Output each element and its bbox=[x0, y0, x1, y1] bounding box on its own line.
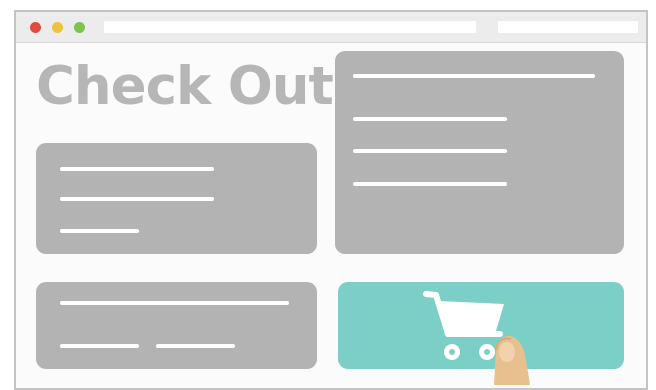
pointing-finger-icon bbox=[494, 336, 530, 385]
